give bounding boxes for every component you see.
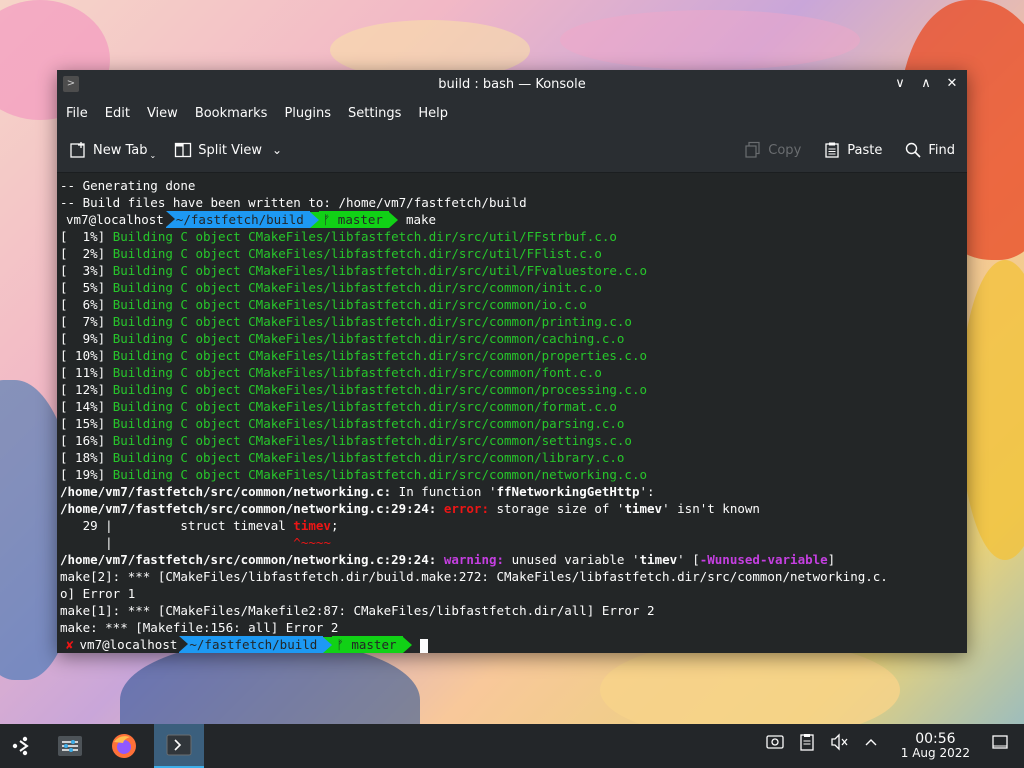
prompt-separator [309, 211, 319, 228]
window-title: build : bash — Konsole [438, 76, 586, 92]
build-progress-line: [ 7%] Building C object CMakeFiles/libfa… [60, 314, 632, 329]
build-progress-line: [ 6%] Building C object CMakeFiles/libfa… [60, 297, 587, 312]
build-progress-line: [ 5%] Building C object CMakeFiles/libfa… [60, 280, 602, 295]
firefox-icon[interactable] [102, 724, 146, 768]
menu-bookmarks[interactable]: Bookmarks [192, 106, 278, 121]
konsole-app-icon[interactable]: > [63, 76, 79, 92]
title-bar[interactable]: > build : bash — Konsole ∨ ∧ ✕ [57, 70, 967, 98]
build-progress-line: [ 19%] Building C object CMakeFiles/libf… [60, 467, 648, 482]
find-label: Find [928, 142, 955, 158]
prompt-directory: ~/fastfetch/build [179, 636, 324, 653]
volume-muted-icon[interactable] [825, 732, 853, 760]
copy-icon [744, 141, 762, 159]
clock-time: 00:56 [915, 731, 956, 747]
copy-button[interactable]: Copy [744, 141, 801, 159]
split-view-icon [174, 141, 192, 159]
maximize-button[interactable]: ∧ [917, 74, 935, 94]
prompt-git-branch: ᚠ master [332, 636, 403, 653]
compiler-error-line: /home/vm7/fastfetch/src/common/networkin… [60, 501, 760, 516]
new-tab-label: New Tab [93, 142, 148, 158]
build-progress-line: [ 12%] Building C object CMakeFiles/libf… [60, 382, 648, 397]
clock-date: 1 Aug 2022 [900, 746, 970, 760]
system-tray: 00:56 1 Aug 2022 [761, 724, 1024, 768]
menu-settings[interactable]: Settings [345, 106, 411, 121]
shell-prompt: vm7@localhost ~/fastfetch/build ᚠ master… [60, 211, 967, 228]
show-desktop-icon[interactable] [986, 732, 1014, 760]
prompt-separator [388, 211, 398, 228]
application-launcher-icon[interactable] [0, 724, 44, 768]
menu-help[interactable]: Help [415, 106, 458, 121]
build-progress-line: [ 14%] Building C object CMakeFiles/libf… [60, 399, 617, 414]
make-error-line: make: *** [Makefile:156: all] Error 2 [60, 620, 339, 635]
paste-button[interactable]: Paste [823, 141, 882, 159]
build-progress-line: [ 3%] Building C object CMakeFiles/libfa… [60, 263, 648, 278]
find-button[interactable]: Find [904, 141, 955, 159]
error-caret-line: | ^~~~~ [60, 535, 331, 550]
build-progress-line: [ 2%] Building C object CMakeFiles/libfa… [60, 246, 602, 261]
paste-icon [823, 141, 841, 159]
chevron-down-icon[interactable]: ⌄ [272, 143, 282, 157]
build-progress-line: [ 10%] Building C object CMakeFiles/libf… [60, 348, 648, 363]
prompt-status: ✘ [60, 636, 74, 653]
terminal-output[interactable]: -- Generating done -- Build files have b… [57, 173, 967, 653]
search-icon [904, 141, 922, 159]
terminal-line: -- Generating done [60, 178, 196, 193]
make-error-line: o] Error 1 [60, 586, 136, 601]
dropdown-indicator-icon: ⌄ [149, 150, 157, 160]
close-button[interactable]: ✕ [943, 74, 961, 94]
prompt-user: vm7@localhost [60, 211, 166, 228]
copy-label: Copy [768, 142, 802, 158]
build-output: [ 1%] Building C object CMakeFiles/libfa… [60, 228, 967, 483]
screenshot-icon[interactable] [761, 732, 789, 760]
toolbar: New Tab ⌄ Split View ⌄ Copy Paste Find [57, 128, 967, 173]
terminal-line: /home/vm7/fastfetch/src/common/networkin… [60, 484, 655, 499]
konsole-task-icon[interactable] [154, 724, 204, 768]
make-error-line: make[1]: *** [CMakeFiles/Makefile2:87: C… [60, 603, 655, 618]
chevron-up-icon[interactable] [857, 732, 885, 760]
prompt-separator [323, 636, 333, 653]
terminal-line: -- Build files have been written to: /ho… [60, 195, 527, 210]
menu-edit[interactable]: Edit [102, 106, 140, 121]
taskbar: 00:56 1 Aug 2022 [0, 724, 1024, 768]
prompt-command: make [405, 212, 437, 227]
build-progress-line: [ 9%] Building C object CMakeFiles/libfa… [60, 331, 625, 346]
new-tab-icon [69, 141, 87, 159]
system-settings-icon[interactable] [48, 724, 92, 768]
split-view-button[interactable]: Split View ⌄ [174, 141, 282, 159]
menu-bar: File Edit View Bookmarks Plugins Setting… [57, 98, 967, 128]
build-progress-line: [ 11%] Building C object CMakeFiles/libf… [60, 365, 602, 380]
prompt-directory: ~/fastfetch/build [165, 211, 310, 228]
digital-clock[interactable]: 00:56 1 Aug 2022 [901, 732, 970, 760]
paste-label: Paste [847, 142, 883, 158]
build-progress-line: [ 18%] Building C object CMakeFiles/libf… [60, 450, 625, 465]
new-tab-button[interactable]: New Tab ⌄ [69, 141, 156, 160]
prompt-separator [402, 636, 412, 653]
text-cursor [419, 638, 428, 653]
source-code-line: 29 | struct timeval timev; [60, 518, 339, 533]
prompt-git-branch: ᚠ master [318, 211, 389, 228]
build-progress-line: [ 1%] Building C object CMakeFiles/libfa… [60, 229, 617, 244]
shell-prompt: ✘ vm7@localhost ~/fastfetch/build ᚠ mast… [60, 636, 967, 653]
make-error-line: make[2]: *** [CMakeFiles/libfastfetch.di… [60, 569, 888, 584]
menu-file[interactable]: File [63, 106, 98, 121]
split-view-label: Split View [198, 142, 263, 158]
konsole-window: > build : bash — Konsole ∨ ∧ ✕ File Edit… [57, 70, 967, 653]
clipboard-icon[interactable] [793, 732, 821, 760]
compiler-warning-line: /home/vm7/fastfetch/src/common/networkin… [60, 552, 836, 567]
build-progress-line: [ 15%] Building C object CMakeFiles/libf… [60, 416, 625, 431]
minimize-button[interactable]: ∨ [891, 74, 909, 94]
menu-plugins[interactable]: Plugins [281, 106, 341, 121]
prompt-user: vm7@localhost [73, 636, 180, 653]
build-progress-line: [ 16%] Building C object CMakeFiles/libf… [60, 433, 632, 448]
menu-view[interactable]: View [144, 106, 188, 121]
